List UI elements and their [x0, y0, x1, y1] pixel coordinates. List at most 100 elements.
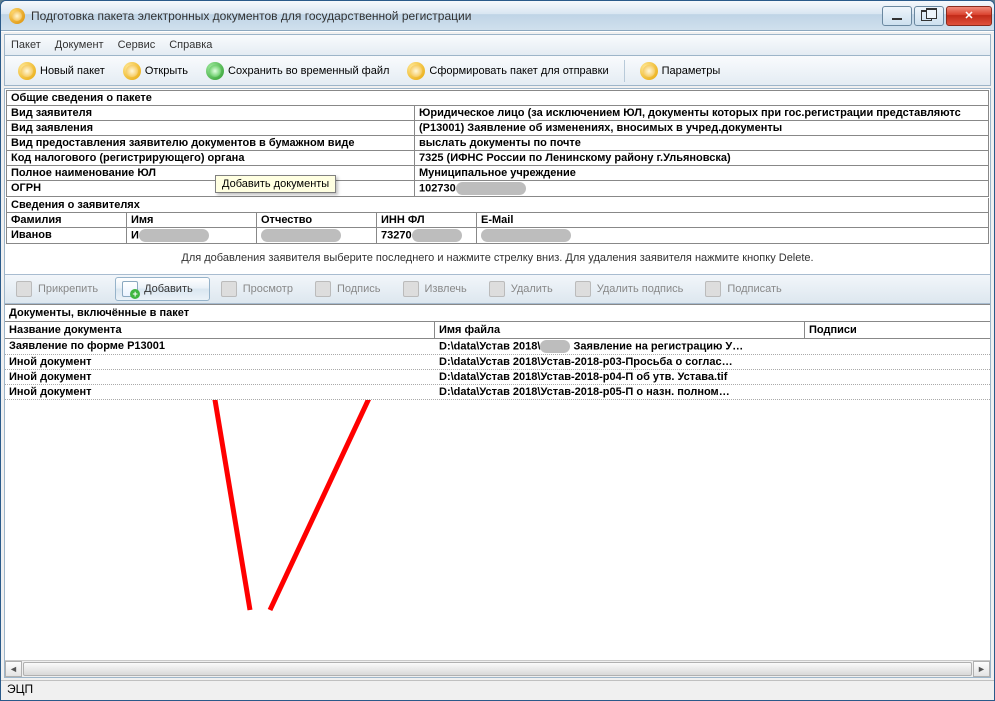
main-toolbar: Новый пакет Открыть Сохранить во временн… [4, 56, 991, 86]
package-info-row[interactable]: Вид предоставления заявителю документов … [7, 136, 988, 151]
col-doc-name: Название документа [5, 322, 435, 338]
menu-document[interactable]: Документ [55, 39, 104, 51]
menu-help[interactable]: Справка [169, 39, 212, 51]
window-title: Подготовка пакета электронных документов… [31, 9, 880, 23]
signature-button: Подпись [310, 277, 392, 301]
maximize-button[interactable] [914, 6, 944, 26]
doc-name-cell: Иной документ [5, 355, 435, 369]
delete-icon [489, 281, 505, 297]
package-info-value: Юридическое лицо (за исключением ЮЛ, док… [415, 106, 988, 120]
annotation-arrows [5, 400, 990, 640]
package-info-row[interactable]: Вид заявления(Р13001) Заявление об измен… [7, 121, 988, 136]
delete-signature-button: Удалить подпись [570, 277, 695, 301]
scroll-thumb[interactable] [23, 662, 972, 676]
app-window: Подготовка пакета электронных документов… [0, 0, 995, 701]
applicant-surname[interactable]: Иванов [7, 228, 127, 243]
scroll-track[interactable] [22, 661, 973, 677]
package-info-value: выслать документы по почте [415, 136, 988, 150]
view-icon [221, 281, 237, 297]
document-row[interactable]: Иной документD:\data\Устав 2018\Устав-20… [5, 370, 990, 385]
menubar: Пакет Документ Сервис Справка [4, 34, 991, 56]
sign-icon [705, 281, 721, 297]
documents-empty-area: Добавить документы [5, 400, 990, 660]
package-info-label: Вид заявителя [7, 106, 415, 120]
package-info-row[interactable]: Код налогового (регистрирующего) органа7… [7, 151, 988, 166]
doc-sigs-cell [805, 370, 990, 384]
doc-name-cell: Иной документ [5, 370, 435, 384]
menu-service[interactable]: Сервис [118, 39, 156, 51]
delete-button: Удалить [484, 277, 564, 301]
extract-icon [403, 281, 419, 297]
status-text: ЭЦП [7, 682, 33, 696]
save-temp-button[interactable]: Сохранить во временный файл [199, 59, 396, 83]
package-info-label: Вид заявления [7, 121, 415, 135]
doc-name-cell: Заявление по форме Р13001 [5, 339, 435, 354]
col-inn: ИНН ФЛ [377, 213, 477, 228]
doc-file-cell: D:\data\Устав 2018\Устав-2018-р03-Просьб… [435, 355, 805, 369]
doc-file-cell: D:\data\Устав 2018\Устав-2018-р04-П об у… [435, 370, 805, 384]
toolbar-separator [624, 60, 625, 82]
package-icon [407, 62, 425, 80]
package-info-value: (Р13001) Заявление об изменениях, вносим… [415, 121, 988, 135]
client-area: Пакет Документ Сервис Справка Новый паке… [1, 31, 994, 700]
minimize-button[interactable] [882, 6, 912, 26]
col-surname: Фамилия [7, 213, 127, 228]
open-package-button[interactable]: Открыть [116, 59, 195, 83]
documents-toolbar: Прикрепить Добавить Просмотр Подпись Изв… [5, 274, 990, 304]
applicant-email[interactable]: xxxxxxxxx [477, 228, 988, 243]
attach-icon [16, 281, 32, 297]
col-doc-sigs: Подписи [805, 322, 990, 338]
package-info-value: 102730xxxxxxx [415, 181, 988, 196]
add-icon [122, 281, 138, 297]
horizontal-scrollbar[interactable]: ◄ ► [5, 660, 990, 677]
document-row[interactable]: Иной документD:\data\Устав 2018\Устав-20… [5, 355, 990, 370]
applicant-inn[interactable]: 73270xxxxx [377, 228, 477, 243]
applicants-header: Сведения о заявителях [7, 198, 988, 213]
package-info-value: 7325 (ИФНС России по Ленинскому району г… [415, 151, 988, 165]
documents-columns: Название документа Имя файла Подписи [5, 322, 990, 339]
applicants-hint: Для добавления заявителя выберите послед… [5, 244, 990, 274]
package-info-panel: Общие сведения о пакете Вид заявителяЮри… [6, 90, 989, 197]
col-firstname: Имя [127, 213, 257, 228]
close-button[interactable]: ✕ [946, 6, 992, 26]
doc-sigs-cell [805, 385, 990, 399]
menu-paket[interactable]: Пакет [11, 39, 41, 51]
save-icon [206, 62, 224, 80]
titlebar: Подготовка пакета электронных документов… [1, 1, 994, 31]
scroll-right-button[interactable]: ► [973, 661, 990, 677]
package-info-row[interactable]: Полное наименование ЮЛМуниципальное учре… [7, 166, 988, 181]
doc-file-cell: D:\data\Устав 2018\Устав-2018-р05-П о на… [435, 385, 805, 399]
doc-file-cell: D:\data\Устав 2018\xxx Заявление на реги… [435, 339, 805, 354]
package-info-row[interactable]: Вид заявителяЮридическое лицо (за исключ… [7, 106, 988, 121]
applicant-patronymic[interactable]: xxxxxxxx [257, 228, 377, 243]
scroll-left-button[interactable]: ◄ [5, 661, 22, 677]
applicants-table: Фамилия Имя Отчество ИНН ФЛ E-Mail Ивано… [7, 213, 988, 243]
package-info-header: Общие сведения о пакете [7, 91, 988, 106]
statusbar: ЭЦП [1, 680, 994, 700]
doc-sigs-cell [805, 339, 990, 354]
delete-signature-icon [575, 281, 591, 297]
documents-header: Документы, включённые в пакет [5, 304, 990, 322]
col-doc-file: Имя файла [435, 322, 805, 338]
doc-name-cell: Иной документ [5, 385, 435, 399]
applicants-panel: Сведения о заявителях Фамилия Имя Отчест… [6, 198, 989, 244]
signature-icon [315, 281, 331, 297]
add-button[interactable]: Добавить [115, 277, 210, 301]
extract-button: Извлечь [398, 277, 478, 301]
col-patronymic: Отчество [257, 213, 377, 228]
package-info-row[interactable]: ОГРН102730xxxxxxx [7, 181, 988, 196]
document-row[interactable]: Иной документD:\data\Устав 2018\Устав-20… [5, 385, 990, 400]
document-row[interactable]: Заявление по форме Р13001D:\data\Устав 2… [5, 339, 990, 355]
package-info-label: ОГРН [7, 181, 415, 196]
package-info-label: Вид предоставления заявителю документов … [7, 136, 415, 150]
package-info-value: Муниципальное учреждение [415, 166, 988, 180]
params-button[interactable]: Параметры [633, 59, 728, 83]
package-info-label: Код налогового (регистрирующего) органа [7, 151, 415, 165]
new-package-button[interactable]: Новый пакет [11, 59, 112, 83]
new-icon [18, 62, 36, 80]
form-package-button[interactable]: Сформировать пакет для отправки [400, 59, 615, 83]
attach-button: Прикрепить [11, 277, 109, 301]
app-icon [9, 8, 25, 24]
applicant-name[interactable]: Иxxxxxxx [127, 228, 257, 243]
sign-button: Подписать [700, 277, 792, 301]
